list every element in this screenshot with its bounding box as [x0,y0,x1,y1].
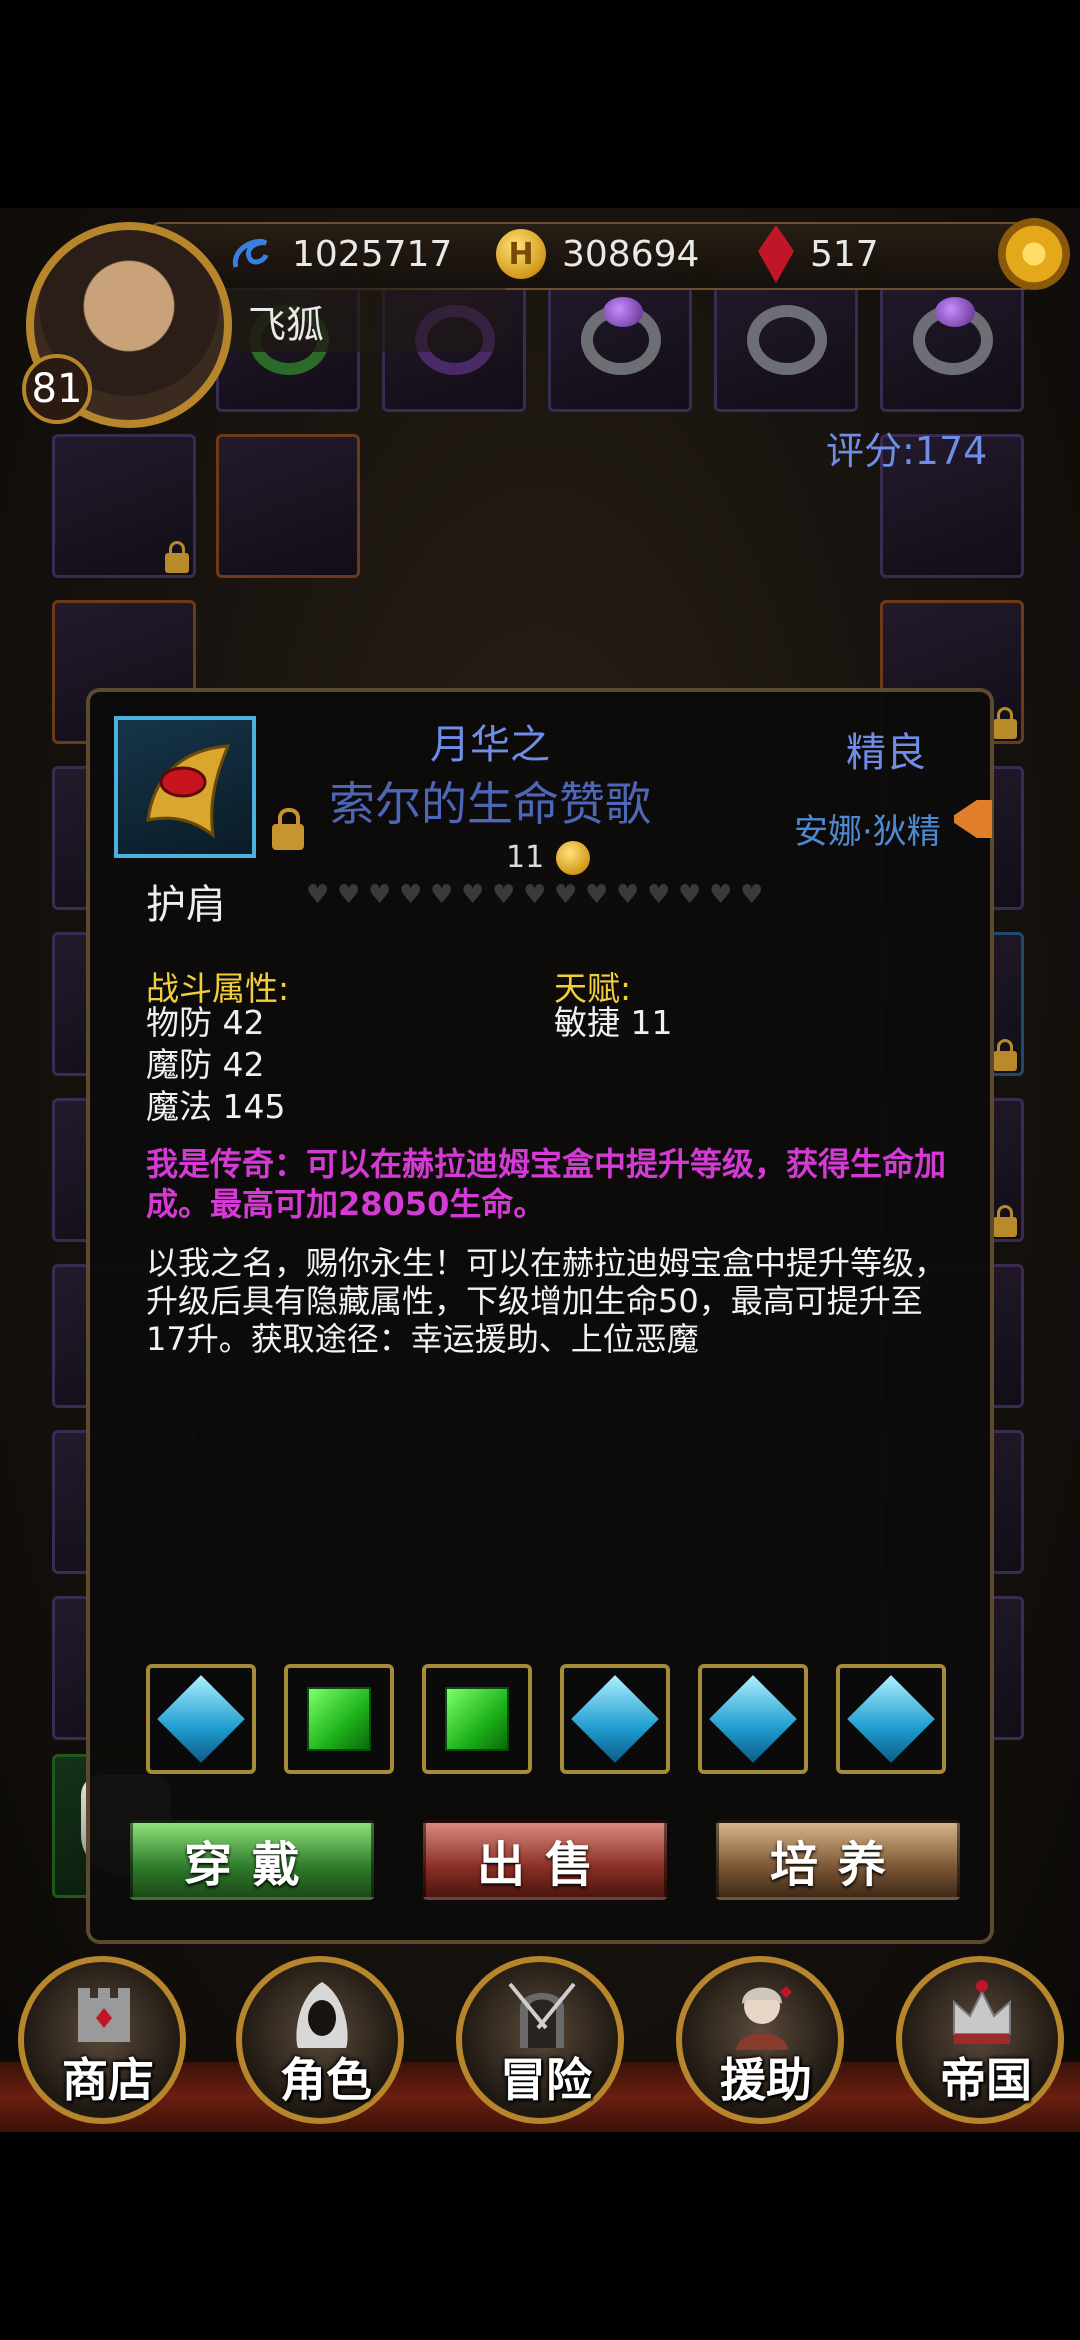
inventory-slot[interactable] [216,434,360,578]
heart-icon: ♥ [430,880,454,910]
legendary-effect-text: 我是传奇：可以在赫拉迪姆宝盒中提升等级，获得生命加成。最高可加28050生命。 [146,1145,947,1223]
nav-label: 商店 [62,2053,154,2107]
price-value: 11 [506,840,545,875]
gem-socket[interactable] [422,1664,532,1774]
item-name-line1: 月华之 [430,722,550,768]
wear-button[interactable]: 穿戴 [130,1820,374,1900]
player-level-badge: 81 [22,354,92,424]
xp-value: 1025717 [292,233,453,275]
heart-icon: ♥ [585,880,609,910]
item-slot-type: 护肩 [146,882,226,928]
gem-socket[interactable] [284,1664,394,1774]
castle-icon [78,1988,130,2042]
talent-stat: 敏捷 11 [554,1003,673,1042]
combat-stat: 物防 42 [146,1003,265,1042]
heart-icon: ♥ [554,880,578,910]
gold-value: 308694 [562,233,700,275]
gem-socket[interactable] [146,1664,256,1774]
item-description: 以我之名，赐你永生！可以在赫拉迪姆宝盒中提升等级，升级后具有隐藏属性，下级增加生… [146,1244,947,1358]
ruby-icon [758,225,794,283]
owner-name: 安娜·狄精 [794,812,941,852]
heart-icon: ♥ [709,880,733,910]
enhance-hearts: ♥ ♥ ♥ ♥ ♥ ♥ ♥ ♥ ♥ ♥ ♥ ♥ ♥ ♥ ♥ [306,880,765,910]
sell-price: 11 [506,840,591,875]
xp-swirl-icon [226,229,276,279]
gold-resource: H 308694 [496,226,699,282]
action-buttons: 穿戴 出售 培养 [130,1820,960,1900]
nav-support[interactable]: 援助 [676,1956,844,2124]
nav-label: 援助 [720,2053,812,2107]
sell-button[interactable]: 出售 [423,1820,667,1900]
inventory-slot[interactable] [52,434,196,578]
item-icon-frame [114,716,256,858]
green-gem-icon [445,1687,509,1751]
crown-icon [953,1980,1011,2044]
xp-resource: 1025717 [226,226,452,282]
nav-empire[interactable]: 帝国 [896,1956,1064,2124]
pauldron-icon [146,744,231,839]
heart-icon: ♥ [306,880,330,910]
nav-label: 帝国 [940,2053,1032,2107]
blue-gem-icon [709,1675,797,1763]
heart-icon: ♥ [616,880,640,910]
blue-gem-icon [847,1675,935,1763]
horn-icon[interactable] [954,800,992,838]
item-owner: 安娜·狄精 [794,804,941,853]
player-name: 飞狐 [248,303,325,347]
item-name-line2: 索尔的生命赞歌 [329,777,651,831]
heart-icon: ♥ [461,880,485,910]
gem-resource: 517 [758,225,879,283]
heart-icon: ♥ [399,880,423,910]
gate-swords-icon [508,1982,576,2048]
heart-icon: ♥ [523,880,547,910]
gem-value: 517 [810,233,879,275]
item-detail-dialog: 月华之 索尔的生命赞歌 精良 安娜·狄精 11 护肩 ♥ ♥ ♥ ♥ ♥ ♥ ♥ ♥ ♥ ♥ ♥ ♥ ♥… [86,688,994,1944]
top-hud: 1025717 H 308694 517 飞狐 81 评分:174 [0,208,1080,473]
green-gem-icon [307,1687,371,1751]
heart-icon: ♥ [368,880,392,910]
gem-sockets [146,1664,946,1774]
heart-icon: ♥ [337,880,361,910]
heart-icon: ♥ [647,880,671,910]
gold-coin-icon [556,840,591,875]
hooded-figure-icon [296,1982,348,2048]
gem-socket[interactable] [836,1664,946,1774]
heart-icon: ♥ [740,880,764,910]
nav-shop[interactable]: 商店 [18,1956,186,2124]
item-quality: 精良 [846,730,926,776]
nav-adventure[interactable]: 冒险 [456,1956,624,2124]
heart-icon: ♥ [678,880,702,910]
heart-icon: ♥ [492,880,516,910]
nav-label: 角色 [280,2053,372,2107]
combat-stat: 魔防 42 [146,1045,265,1084]
gold-coin-icon: H [496,229,546,279]
score-label: 评分:174 [826,429,988,473]
nav-character[interactable]: 角色 [236,1956,404,2124]
combat-stat: 魔法 145 [146,1087,286,1126]
gem-socket[interactable] [560,1664,670,1774]
blue-gem-icon [571,1675,659,1763]
train-button[interactable]: 培养 [716,1820,960,1900]
gem-socket[interactable] [698,1664,808,1774]
settings-gear-icon[interactable] [998,218,1070,290]
nav-buttons: 商店 角色 冒险 援助 帝国 [0,1940,1080,2130]
helper-portrait-icon [736,1986,792,2050]
nav-label: 冒险 [500,2053,592,2107]
blue-gem-icon [157,1675,245,1763]
game-screen: 1025717 H 308694 517 飞狐 81 评分:174 月华之 索尔… [0,208,1080,2130]
